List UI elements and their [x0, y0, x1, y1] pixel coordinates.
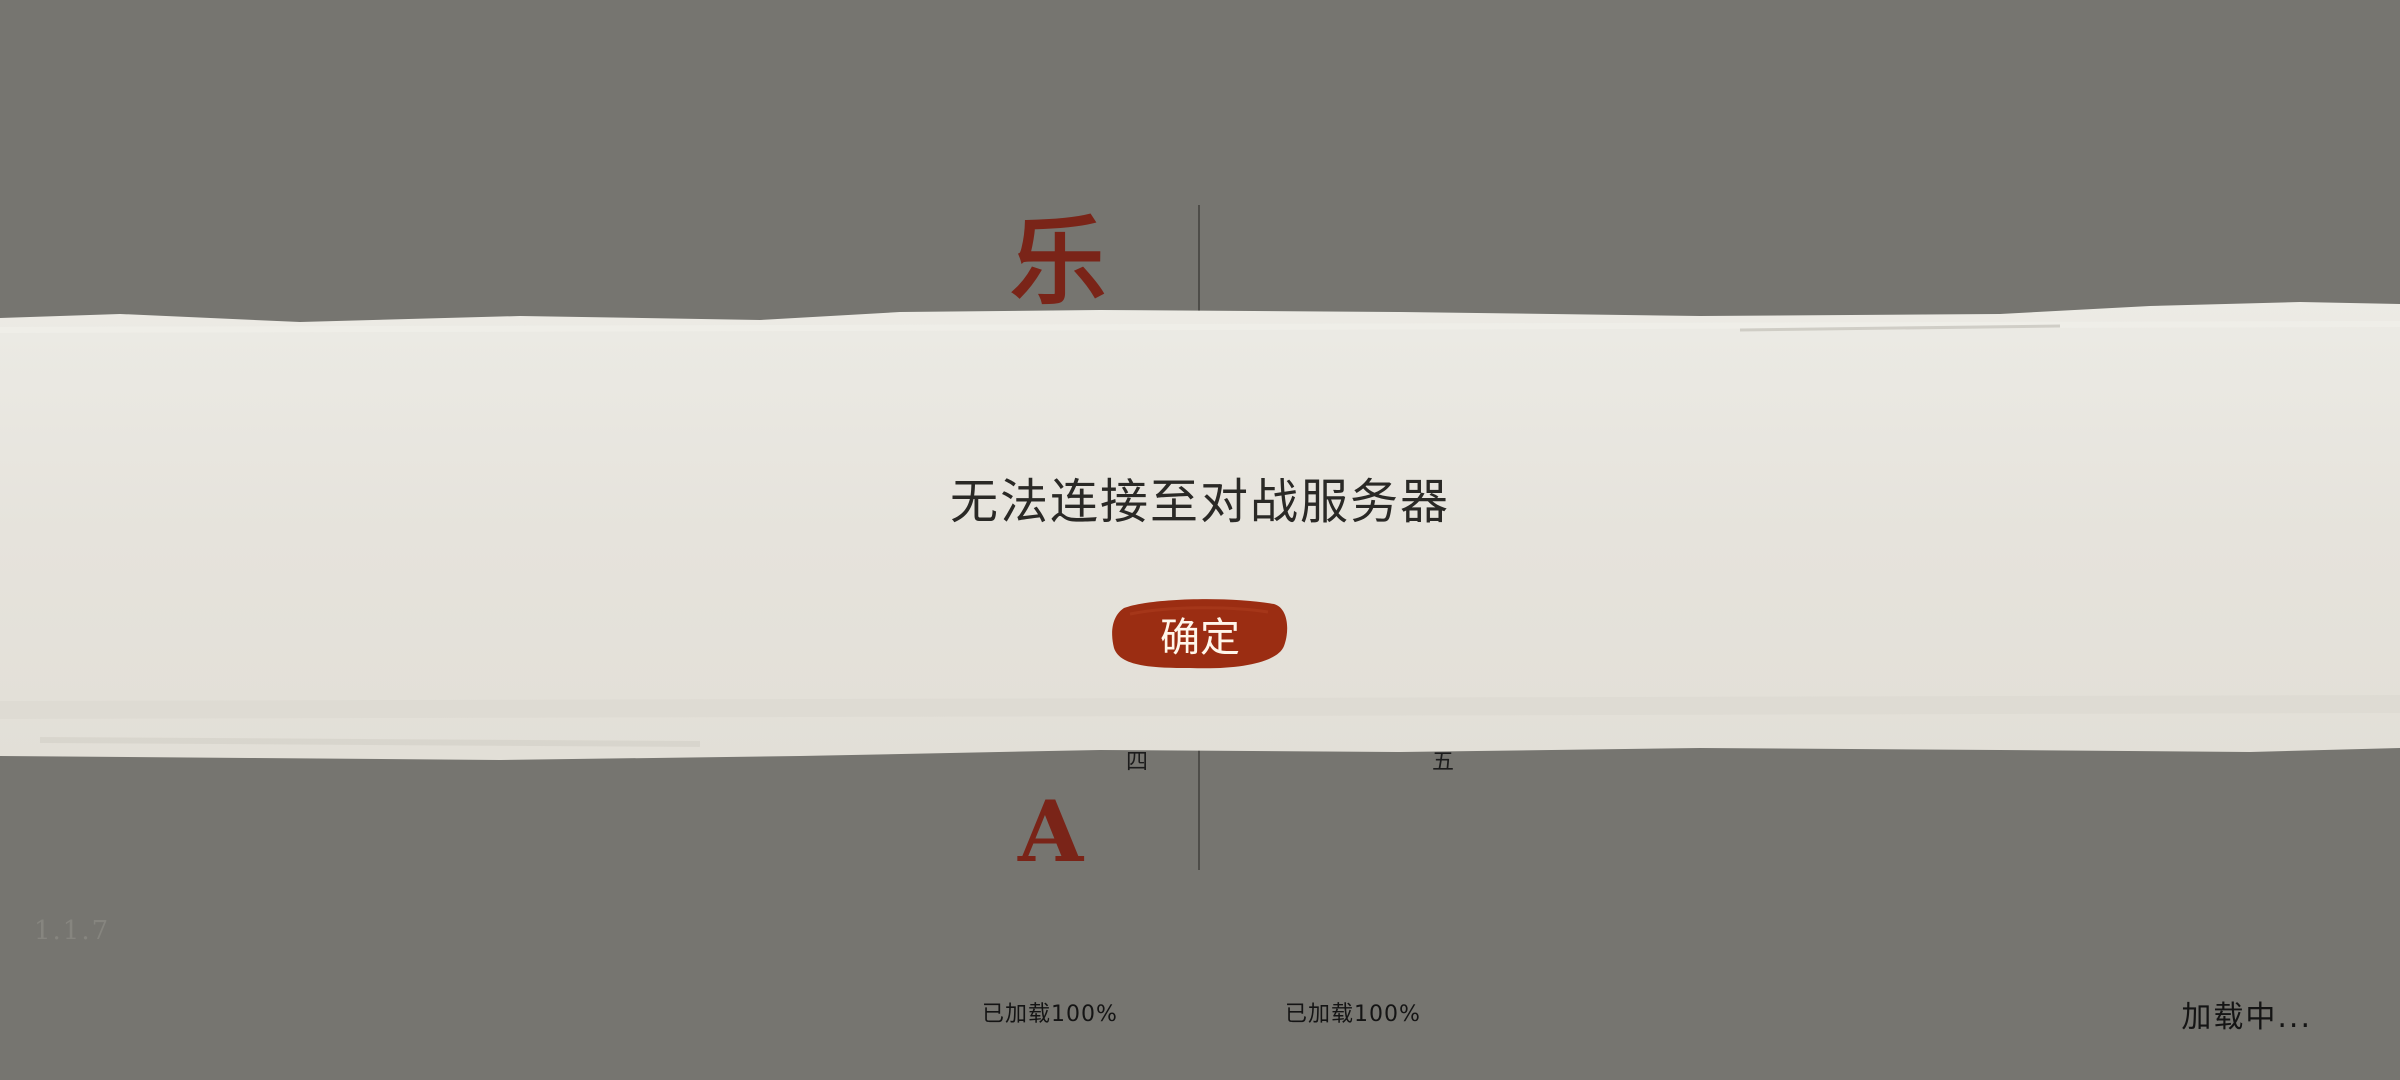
version-label: 1.1.7 — [34, 916, 111, 946]
confirm-button-label: 确定 — [1160, 615, 1240, 661]
player-name-char-top: 乐 — [1010, 205, 1106, 318]
player-load-status-right: 已加载100% — [1285, 1002, 1421, 1027]
error-message: 无法连接至对战服务器 — [949, 474, 1450, 530]
loading-status: 加载中... — [2181, 1000, 2312, 1035]
confirm-button[interactable]: 确定 — [1110, 596, 1290, 672]
player-load-status-left: 已加载100% — [982, 1002, 1118, 1027]
center-divider-top — [1198, 205, 1200, 315]
player-name-char-bottom: A — [1018, 782, 1084, 881]
